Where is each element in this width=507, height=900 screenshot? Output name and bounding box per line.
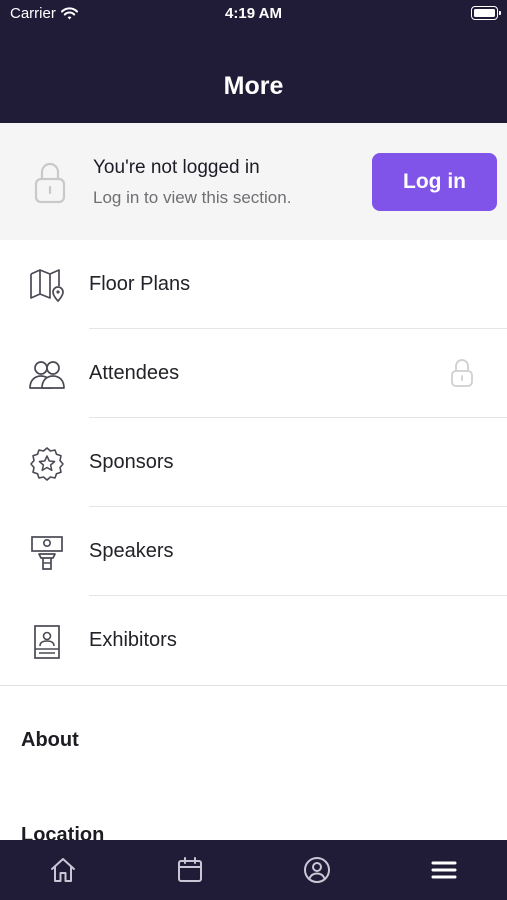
- people-icon: [29, 361, 65, 389]
- menu-item-sponsors[interactable]: Sponsors: [0, 418, 507, 507]
- menu-item-exhibitors[interactable]: Exhibitors: [0, 596, 507, 685]
- lock-icon: [34, 162, 66, 204]
- tab-schedule[interactable]: [127, 840, 254, 900]
- home-icon: [51, 858, 76, 882]
- menu-item-label: Exhibitors: [89, 629, 177, 651]
- tab-more[interactable]: [380, 840, 507, 900]
- app-header: Carrier 4:19 AM More: [0, 0, 507, 123]
- menu-icon: [431, 861, 457, 879]
- status-bar: Carrier 4:19 AM: [0, 0, 507, 28]
- tab-bar: [0, 840, 507, 900]
- tab-profile[interactable]: [254, 840, 381, 900]
- menu-item-label: Sponsors: [89, 451, 174, 473]
- tab-home[interactable]: [0, 840, 127, 900]
- calendar-icon: [178, 857, 203, 882]
- id-card-icon: [34, 625, 60, 659]
- login-banner-title: You're not logged in: [93, 157, 260, 178]
- battery-icon: [471, 6, 501, 20]
- profile-icon: [303, 857, 330, 883]
- menu-item-speakers[interactable]: Speakers: [0, 507, 507, 596]
- status-time: 4:19 AM: [225, 5, 282, 22]
- menu-item-attendees[interactable]: Attendees: [0, 329, 507, 418]
- page-title: More: [223, 72, 284, 100]
- podium-speaker-icon: [31, 536, 63, 570]
- login-banner-subtitle: Log in to view this section.: [93, 188, 292, 207]
- section-divider: [0, 685, 507, 686]
- star-badge-icon: [30, 447, 64, 481]
- menu-item-label: Speakers: [89, 540, 174, 562]
- menu-item-floor-plans[interactable]: Floor Plans: [0, 240, 507, 329]
- map-pin-icon: [30, 269, 64, 303]
- menu-item-label: Floor Plans: [89, 273, 191, 295]
- about-heading[interactable]: About: [21, 729, 79, 752]
- login-button[interactable]: Log in: [372, 153, 497, 211]
- lock-icon: [451, 359, 473, 387]
- menu-item-label: Attendees: [89, 362, 180, 384]
